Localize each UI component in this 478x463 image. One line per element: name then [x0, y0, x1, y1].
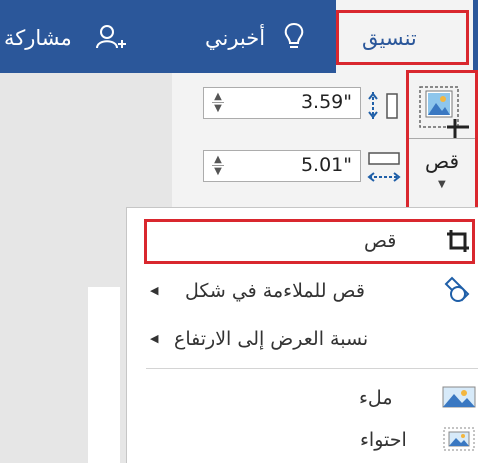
- width-icon: [367, 152, 401, 182]
- menu-item-crop-to-shape-label: قص للملاءمة في شكل: [185, 280, 365, 302]
- lightbulb-icon: [284, 22, 304, 48]
- document-page: [88, 287, 120, 463]
- menu-item-crop-label: قص: [364, 230, 397, 252]
- menu-item-aspect-ratio[interactable]: ◀ نسبة العرض إلى الارتفاع: [130, 318, 475, 358]
- split-divider: [409, 138, 475, 139]
- submenu-arrow-icon: ◀: [150, 332, 159, 345]
- menu-item-fill[interactable]: ملء: [130, 378, 476, 416]
- crop-small-icon: [447, 230, 469, 252]
- format-tab-highlight: [336, 10, 469, 65]
- height-value: 3.59": [300, 91, 352, 113]
- menu-item-aspect-ratio-label: نسبة العرض إلى الارتفاع: [174, 328, 369, 350]
- menu-item-crop[interactable]: قص: [147, 222, 472, 261]
- menu-item-crop-to-shape[interactable]: ◀ قص للملاءمة في شكل: [130, 270, 475, 310]
- share-person-icon: [96, 25, 126, 49]
- height-spinbox[interactable]: ▲ ▼ 3.59": [203, 87, 361, 119]
- menu-item-fit[interactable]: احتواء: [130, 420, 475, 458]
- width-value: 5.01": [300, 154, 352, 176]
- crop-icon: [419, 86, 469, 139]
- fill-icon: [442, 386, 476, 408]
- crop-button[interactable]: قص ▼: [409, 73, 475, 207]
- submenu-arrow-icon: ◀: [150, 284, 159, 297]
- chevron-down-icon: ▼: [438, 179, 446, 190]
- menu-item-fill-label: ملء: [359, 387, 393, 409]
- width-spin-arrows[interactable]: ▲ ▼: [212, 154, 224, 178]
- tab-tell-me-label[interactable]: أخبرني: [205, 26, 265, 50]
- height-icon: [368, 92, 398, 119]
- height-spin-arrows[interactable]: ▲ ▼: [212, 91, 224, 115]
- fit-icon: [443, 427, 475, 451]
- menu-divider: [146, 368, 478, 369]
- tab-share-label[interactable]: مشاركة: [4, 26, 72, 50]
- crop-button-label: قص: [425, 149, 460, 173]
- menu-item-fit-label: احتواء: [360, 429, 407, 451]
- crop-to-shape-icon: [444, 276, 470, 302]
- width-spinbox[interactable]: ▲ ▼ 5.01": [203, 150, 361, 182]
